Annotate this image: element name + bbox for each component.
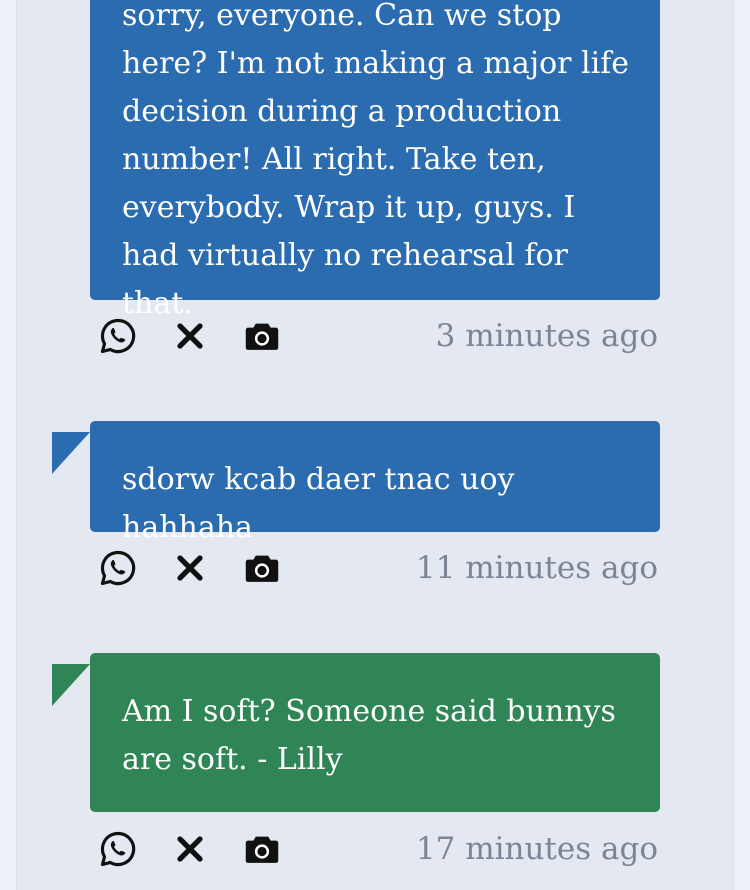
whatsapp-icon[interactable] [98, 316, 138, 356]
message-text: sorry, everyone. Can we stop here? I'm n… [122, 0, 630, 321]
message-timestamp: 11 minutes ago [415, 550, 658, 586]
close-icon[interactable] [170, 316, 210, 356]
close-icon[interactable] [170, 829, 210, 869]
message-timestamp: 3 minutes ago [435, 318, 658, 354]
camera-icon[interactable] [242, 316, 282, 356]
camera-icon[interactable] [242, 829, 282, 869]
message-text: sdorw kcab daer tnac uoy hahhaha [122, 462, 515, 545]
bubble-tail [52, 664, 90, 706]
bubble-tail [52, 432, 90, 474]
message-bubble: sdorw kcab daer tnac uoy hahhaha [90, 421, 660, 545]
message-text: Am I soft? Someone said bunnys are soft.… [122, 694, 616, 777]
message-bubble: Am I soft? Someone said bunnys are soft.… [90, 653, 660, 812]
whatsapp-icon[interactable] [98, 548, 138, 588]
whatsapp-icon[interactable] [98, 829, 138, 869]
message-actions [98, 316, 314, 356]
message-timestamp: 17 minutes ago [415, 831, 658, 867]
camera-icon[interactable] [242, 548, 282, 588]
message-actions [98, 829, 314, 869]
message-actions [98, 548, 314, 588]
close-icon[interactable] [170, 548, 210, 588]
message-bubble: sorry, everyone. Can we stop here? I'm n… [90, 0, 660, 321]
